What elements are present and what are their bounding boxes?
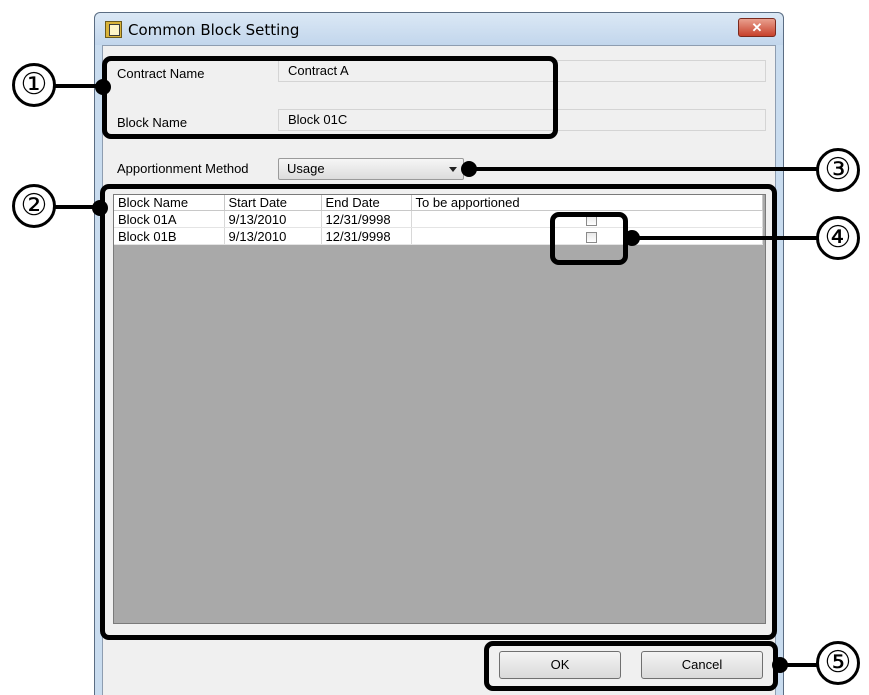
callout-4-dot [624,230,640,246]
callout-5-frame [484,641,778,691]
callout-4-marker: ④ [816,216,860,260]
chevron-down-icon[interactable] [449,167,457,172]
app-icon [105,21,122,38]
callout-1-marker: ① [12,63,56,107]
callout-3-leader [470,167,822,171]
callout-4-frame [550,212,628,265]
apportionment-method-dropdown[interactable]: Usage [278,158,464,180]
close-icon: ✕ [751,20,763,35]
callout-3-dot [461,161,477,177]
callout-3-marker: ③ [816,148,860,192]
callout-1-frame [102,56,558,139]
callout-5-marker: ⑤ [816,641,860,685]
callout-5-dot [772,657,788,673]
callout-2-marker: ② [12,184,56,228]
close-button[interactable]: ✕ [738,18,776,37]
window-title: Common Block Setting [128,21,300,39]
callout-2-frame [100,184,777,640]
apportionment-method-label: Apportionment Method [117,161,249,176]
callout-1-dot [95,79,111,95]
callout-2-dot [92,200,108,216]
apportionment-method-value: Usage [287,161,325,176]
callout-4-leader [628,236,820,240]
